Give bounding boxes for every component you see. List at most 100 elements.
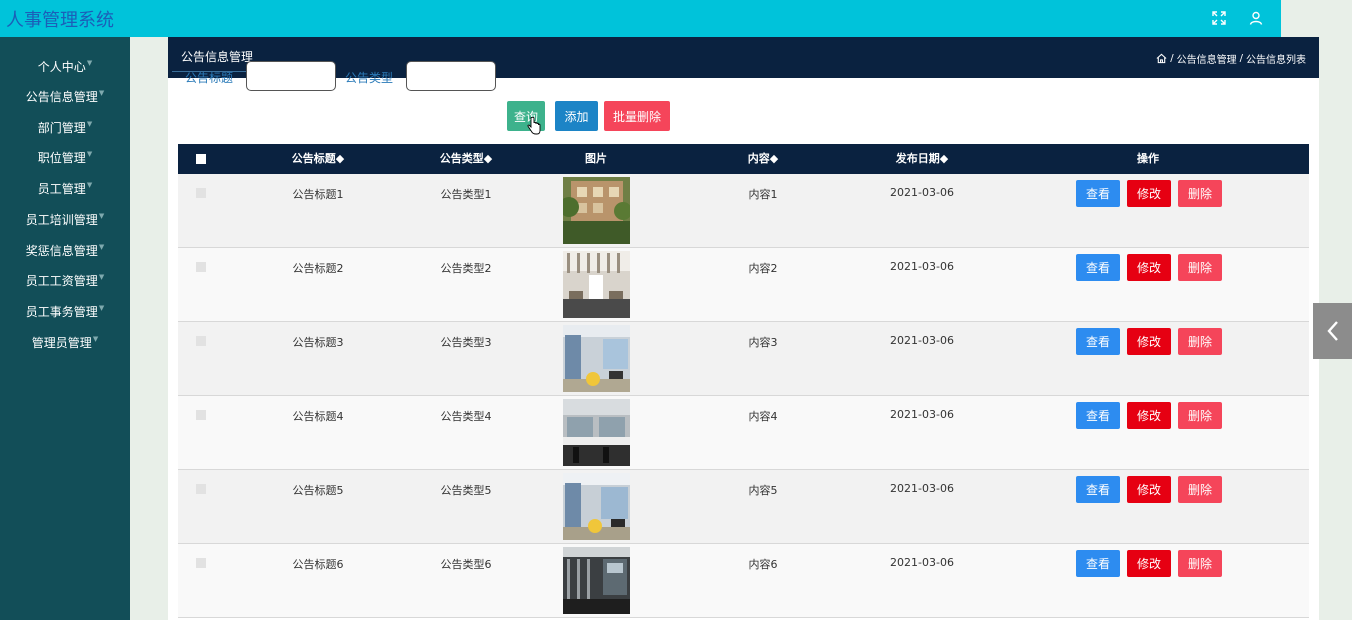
- sidebar-item-employees[interactable]: 员工管理 ▼: [0, 177, 130, 199]
- column-header-date[interactable]: 发布日期◆: [896, 144, 948, 174]
- app-title: 人事管理系统: [6, 10, 114, 31]
- chevron-down-icon: ▼: [98, 304, 105, 312]
- column-header-title[interactable]: 公告标题◆: [292, 144, 344, 174]
- edit-button[interactable]: 修改: [1127, 550, 1171, 577]
- breadcrumb: / 公告信息管理 / 公告信息列表: [1156, 51, 1306, 66]
- home-icon[interactable]: [1156, 53, 1167, 64]
- row-checkbox[interactable]: [196, 484, 206, 494]
- table-row: 公告标题5 公告类型5 内容5 2021-03-06 查看 修改 删除: [178, 470, 1309, 544]
- edit-button[interactable]: 修改: [1127, 180, 1171, 207]
- row-date: 2021-03-06: [890, 334, 954, 347]
- type-filter-label: 公告类型: [345, 71, 394, 85]
- row-checkbox[interactable]: [196, 336, 206, 346]
- row-checkbox[interactable]: [196, 262, 206, 272]
- row-title: 公告标题6: [292, 558, 344, 571]
- row-type: 公告类型1: [440, 188, 492, 201]
- chevron-down-icon: ▼: [98, 212, 105, 220]
- chevron-down-icon: ▼: [86, 181, 93, 189]
- column-header-type[interactable]: 公告类型◆: [440, 144, 492, 174]
- table-row: 公告标题2 公告类型2 内容2 2021-03-06 查看 修改 删除: [178, 248, 1309, 322]
- table-header: 公告标题◆ 公告类型◆ 图片 内容◆ 发布日期◆ 操作: [178, 144, 1309, 174]
- row-title: 公告标题2: [292, 262, 344, 275]
- breadcrumb-item[interactable]: 公告信息管理: [1177, 51, 1237, 66]
- sidebar-item-personal-center[interactable]: 个人中心 ▼: [0, 55, 130, 77]
- column-header-image: 图片: [585, 152, 607, 165]
- table-row: 公告标题3 公告类型3 内容3 2021-03-06 查看 修改 删除: [178, 322, 1309, 396]
- row-date: 2021-03-06: [890, 186, 954, 199]
- row-title: 公告标题3: [292, 336, 344, 349]
- top-bar: 人事管理系统: [0, 0, 1281, 37]
- delete-button[interactable]: 删除: [1178, 328, 1222, 355]
- row-image: [563, 399, 630, 466]
- chevron-down-icon: ▼: [98, 243, 105, 251]
- row-checkbox[interactable]: [196, 558, 206, 568]
- row-image: [563, 177, 630, 244]
- delete-button[interactable]: 删除: [1178, 402, 1222, 429]
- row-content: 内容3: [748, 336, 778, 349]
- sidebar-item-announcements[interactable]: 公告信息管理 ▼: [0, 85, 130, 107]
- chevron-down-icon: ▼: [98, 273, 105, 281]
- row-content: 内容4: [748, 410, 778, 423]
- view-button[interactable]: 查看: [1076, 402, 1120, 429]
- edit-button[interactable]: 修改: [1127, 254, 1171, 281]
- delete-button[interactable]: 删除: [1178, 254, 1222, 281]
- row-content: 内容5: [748, 484, 778, 497]
- row-date: 2021-03-06: [890, 408, 954, 421]
- title-filter-input[interactable]: [246, 61, 336, 91]
- chevron-down-icon: ▼: [86, 120, 93, 128]
- row-type: 公告类型5: [440, 484, 492, 497]
- row-date: 2021-03-06: [890, 260, 954, 273]
- row-image: [563, 547, 630, 614]
- delete-button[interactable]: 删除: [1178, 180, 1222, 207]
- chevron-down-icon: ▼: [86, 59, 93, 67]
- sidebar-item-departments[interactable]: 部门管理 ▼: [0, 116, 130, 138]
- row-image: [563, 473, 630, 540]
- delete-button[interactable]: 删除: [1178, 476, 1222, 503]
- mouse-cursor-icon: [527, 117, 541, 135]
- view-button[interactable]: 查看: [1076, 550, 1120, 577]
- sidebar-item-salary[interactable]: 员工工资管理 ▼: [0, 269, 130, 291]
- sidebar-item-training[interactable]: 员工培训管理 ▼: [0, 208, 130, 230]
- column-header-content[interactable]: 内容◆: [748, 144, 778, 174]
- chevron-left-icon: [1326, 321, 1338, 341]
- user-icon[interactable]: [1243, 5, 1269, 31]
- row-content: 内容1: [748, 188, 778, 201]
- row-type: 公告类型2: [440, 262, 492, 275]
- row-date: 2021-03-06: [890, 556, 954, 569]
- sidebar-item-admins[interactable]: 管理员管理 ▼: [0, 331, 130, 353]
- sidebar-item-positions[interactable]: 职位管理 ▼: [0, 146, 130, 168]
- sidebar-item-affairs[interactable]: 员工事务管理 ▼: [0, 300, 130, 322]
- title-filter-label: 公告标题: [185, 71, 234, 85]
- edit-button[interactable]: 修改: [1127, 476, 1171, 503]
- view-button[interactable]: 查看: [1076, 254, 1120, 281]
- row-checkbox[interactable]: [196, 188, 206, 198]
- view-button[interactable]: 查看: [1076, 476, 1120, 503]
- view-button[interactable]: 查看: [1076, 328, 1120, 355]
- edit-button[interactable]: 修改: [1127, 328, 1171, 355]
- fullscreen-icon[interactable]: [1206, 5, 1232, 31]
- row-checkbox[interactable]: [196, 410, 206, 420]
- type-filter-input[interactable]: [406, 61, 496, 91]
- row-image: [563, 251, 630, 318]
- row-title: 公告标题5: [292, 484, 344, 497]
- row-title: 公告标题4: [292, 410, 344, 423]
- row-content: 内容2: [748, 262, 778, 275]
- view-button[interactable]: 查看: [1076, 180, 1120, 207]
- add-button[interactable]: 添加: [555, 101, 598, 131]
- chevron-down-icon: ▼: [92, 335, 99, 343]
- row-image: [563, 325, 630, 392]
- table-row: 公告标题4 公告类型4 内容4 2021-03-06 查看 修改 删除: [178, 396, 1309, 470]
- edit-button[interactable]: 修改: [1127, 402, 1171, 429]
- column-header-actions: 操作: [1137, 152, 1159, 165]
- chevron-down-icon: ▼: [86, 150, 93, 158]
- sidebar-item-rewards[interactable]: 奖惩信息管理 ▼: [0, 239, 130, 261]
- delete-button[interactable]: 删除: [1178, 550, 1222, 577]
- select-all-checkbox[interactable]: [196, 154, 206, 164]
- row-type: 公告类型3: [440, 336, 492, 349]
- table-row: 公告标题1 公告类型1 内容1 2021-03-06 查看 修改 删除: [178, 174, 1309, 248]
- panel-header: 公告信息管理 / 公告信息管理 / 公告信息列表: [168, 37, 1319, 78]
- row-type: 公告类型6: [440, 558, 492, 571]
- batch-delete-button[interactable]: 批量删除: [604, 101, 670, 131]
- collapse-panel-button[interactable]: [1313, 303, 1352, 359]
- row-type: 公告类型4: [440, 410, 492, 423]
